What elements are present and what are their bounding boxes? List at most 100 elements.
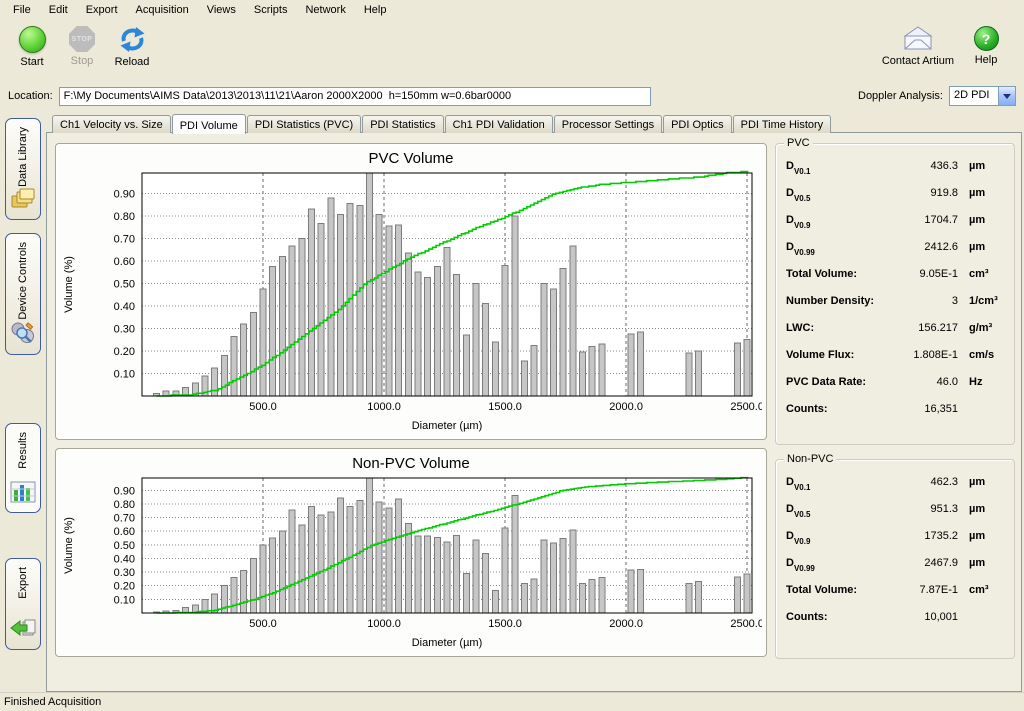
menu-item-views[interactable]: Views xyxy=(198,1,245,19)
menu-item-acquisition[interactable]: Acquisition xyxy=(127,1,198,19)
svg-text:0.20: 0.20 xyxy=(114,346,135,358)
sidebar-item-results[interactable]: Results xyxy=(5,423,41,513)
sidebar-item-data-library[interactable]: Data Library xyxy=(5,118,41,220)
sidebar-item-label: Export xyxy=(17,567,29,599)
svg-text:500.0: 500.0 xyxy=(249,401,277,413)
location-input[interactable] xyxy=(59,87,651,106)
svg-text:Volume (%): Volume (%) xyxy=(63,256,75,313)
tab-pdi-time-history[interactable]: PDI Time History xyxy=(733,115,832,133)
svg-text:2500.0: 2500.0 xyxy=(730,401,762,413)
sidebar-item-device-controls[interactable]: Device Controls xyxy=(5,233,41,355)
stat-value: 1704.7 xyxy=(886,214,958,226)
non-pvc-panel-title: Non-PVC xyxy=(784,453,836,465)
tab-strip: Ch1 Velocity vs. SizePDI VolumePDI Stati… xyxy=(46,110,1022,133)
svg-text:0.60: 0.60 xyxy=(114,256,135,268)
stat-row: LWC:156.217g/m³ xyxy=(786,322,1006,349)
menu-bar: FileEditExportAcquisitionViewsScriptsNet… xyxy=(0,0,1024,20)
reload-button[interactable]: Reload xyxy=(110,24,154,70)
svg-text:0.30: 0.30 xyxy=(114,323,135,335)
stat-label: Number Density: xyxy=(786,295,886,307)
stat-unit: g/m³ xyxy=(958,322,1006,334)
stat-value: 46.0 xyxy=(886,376,958,388)
svg-text:0.10: 0.10 xyxy=(114,368,135,380)
stat-row: PVC Data Rate:46.0Hz xyxy=(786,376,1006,403)
stop-button-label: Stop xyxy=(71,55,94,67)
stats-column: PVC DV0.1436.3µmDV0.5919.8µmDV0.91704.7µ… xyxy=(775,143,1015,683)
svg-text:0.80: 0.80 xyxy=(114,211,135,223)
charts-column: PVC Volume 0.100.200.300.400.500.600.700… xyxy=(55,143,767,683)
stat-row: DV0.91704.7µm xyxy=(786,214,1006,241)
folders-icon xyxy=(10,188,36,213)
stat-row: DV0.1462.3µm xyxy=(786,476,1006,503)
stat-unit: Hz xyxy=(958,376,1006,388)
tab-processor-settings[interactable]: Processor Settings xyxy=(554,115,662,133)
svg-text:0.30: 0.30 xyxy=(114,567,135,579)
sidebar-item-label: Results xyxy=(17,432,29,469)
tab-ch1-velocity-vs-size[interactable]: Ch1 Velocity vs. Size xyxy=(52,115,171,133)
menu-item-file[interactable]: File xyxy=(4,1,40,19)
menu-item-export[interactable]: Export xyxy=(77,1,127,19)
stat-value: 156.217 xyxy=(886,322,958,334)
status-bar: Finished Acquisition xyxy=(0,692,1024,711)
help-button[interactable]: ? Help xyxy=(964,24,1008,68)
stat-value: 951.3 xyxy=(886,503,958,515)
start-button[interactable]: Start xyxy=(10,24,54,70)
stat-unit: cm/s xyxy=(958,349,1006,361)
stat-value: 2412.6 xyxy=(886,241,958,253)
content-area: Ch1 Velocity vs. SizePDI VolumePDI Stati… xyxy=(46,110,1022,692)
svg-text:500.0: 500.0 xyxy=(249,618,277,630)
stat-value: 3 xyxy=(886,295,958,307)
svg-text:2500.0: 2500.0 xyxy=(730,618,762,630)
tab-pdi-statistics[interactable]: PDI Statistics xyxy=(362,115,443,133)
svg-text:1500.0: 1500.0 xyxy=(488,618,522,630)
menu-item-help[interactable]: Help xyxy=(355,1,396,19)
stat-label: DV0.9 xyxy=(786,214,886,228)
stat-unit: µm xyxy=(958,503,1006,515)
stat-value: 16,351 xyxy=(886,403,958,415)
contact-artium-label: Contact Artium xyxy=(882,55,954,67)
menu-item-edit[interactable]: Edit xyxy=(40,1,77,19)
start-button-label: Start xyxy=(20,56,43,68)
gears-icon xyxy=(10,321,36,348)
help-button-label: Help xyxy=(975,54,998,66)
stat-unit: µm xyxy=(958,241,1006,253)
stat-label: DV0.1 xyxy=(786,476,886,490)
stat-label: DV0.9 xyxy=(786,530,886,544)
svg-text:0.40: 0.40 xyxy=(114,301,135,313)
stat-label: Total Volume: xyxy=(786,584,886,596)
start-icon xyxy=(19,26,46,53)
menu-item-network[interactable]: Network xyxy=(296,1,354,19)
stat-unit: cm³ xyxy=(958,584,1006,596)
stat-row: DV0.992467.9µm xyxy=(786,557,1006,584)
stat-label: DV0.99 xyxy=(786,241,886,255)
sidebar-item-export[interactable]: Export xyxy=(5,558,41,650)
stat-label: Counts: xyxy=(786,611,886,623)
non-pvc-volume-chart: Non-PVC Volume 0.100.200.300.400.500.600… xyxy=(55,448,767,657)
stat-row: DV0.1436.3µm xyxy=(786,160,1006,187)
svg-text:0.80: 0.80 xyxy=(114,499,135,511)
stat-unit: cm³ xyxy=(958,268,1006,280)
svg-text:0.70: 0.70 xyxy=(114,513,135,525)
contact-artium-button[interactable]: Contact Artium xyxy=(878,24,958,69)
svg-text:Diameter (µm): Diameter (µm) xyxy=(412,420,483,432)
chevron-down-icon[interactable] xyxy=(998,87,1015,105)
stat-row: DV0.91735.2µm xyxy=(786,530,1006,557)
stat-value: 2467.9 xyxy=(886,557,958,569)
stat-row: Counts:10,001 xyxy=(786,611,1006,638)
stat-value: 1735.2 xyxy=(886,530,958,542)
stop-icon: STOP xyxy=(69,26,95,52)
svg-text:1500.0: 1500.0 xyxy=(488,401,522,413)
stat-unit: µm xyxy=(958,476,1006,488)
pvc-stats-panel: PVC DV0.1436.3µmDV0.5919.8µmDV0.91704.7µ… xyxy=(775,143,1015,445)
doppler-analysis-select[interactable]: 2D PDI xyxy=(949,86,1016,106)
menu-item-scripts[interactable]: Scripts xyxy=(245,1,297,19)
stat-row: Number Density:31/cm³ xyxy=(786,295,1006,322)
non-pvc-chart-title: Non-PVC Volume xyxy=(56,455,766,472)
pvc-volume-chart: PVC Volume 0.100.200.300.400.500.600.700… xyxy=(55,143,767,440)
svg-text:0.20: 0.20 xyxy=(114,581,135,593)
tab-ch1-pdi-validation[interactable]: Ch1 PDI Validation xyxy=(445,115,553,133)
tab-pdi-volume[interactable]: PDI Volume xyxy=(172,114,246,134)
stat-value: 1.808E-1 xyxy=(886,349,958,361)
tab-pdi-statistics-pvc[interactable]: PDI Statistics (PVC) xyxy=(247,115,361,133)
tab-pdi-optics[interactable]: PDI Optics xyxy=(663,115,732,133)
